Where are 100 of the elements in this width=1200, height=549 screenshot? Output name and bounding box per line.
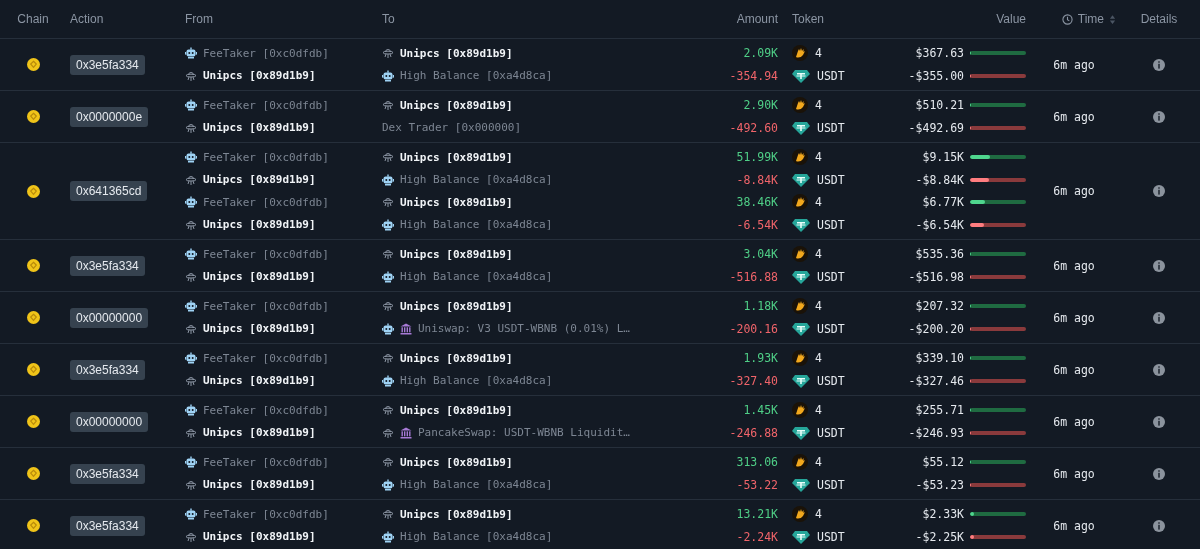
info-icon[interactable] — [1153, 58, 1165, 71]
address-link[interactable]: FeeTaker [0xc0dfdb] — [203, 507, 329, 521]
token-symbol[interactable]: 4 — [815, 195, 822, 210]
token-symbol[interactable]: 4 — [815, 150, 822, 165]
token-symbol[interactable]: USDT — [817, 120, 845, 135]
address-link[interactable]: Uniswap: V3 USDT-WBNB (0.01%) L… — [418, 322, 630, 336]
address-link[interactable]: High Balance [0xa4d8ca] — [400, 270, 553, 284]
address-link[interactable]: Unipcs [0x89d1b9] — [203, 426, 316, 440]
token-symbol[interactable]: 4 — [815, 507, 822, 522]
address-link[interactable]: FeeTaker [0xc0dfdb] — [203, 351, 329, 365]
address-link[interactable]: Unipcs [0x89d1b9] — [203, 270, 316, 284]
address-link[interactable]: FeeTaker [0xc0dfdb] — [203, 195, 329, 209]
usd-value: $510.21 — [915, 98, 964, 113]
address-link[interactable]: High Balance [0xa4d8ca] — [400, 218, 553, 232]
token-symbol[interactable]: USDT — [817, 373, 845, 388]
token-symbol[interactable]: USDT — [817, 477, 845, 492]
value-bar — [970, 326, 1026, 331]
address-link[interactable]: Unipcs [0x89d1b9] — [203, 121, 316, 135]
coin-icon — [26, 519, 40, 532]
coin-icon — [26, 184, 40, 198]
address-link[interactable]: FeeTaker [0xc0dfdb] — [203, 150, 329, 164]
info-icon[interactable] — [1153, 363, 1165, 376]
amount: 2.90K — [742, 98, 778, 113]
token-symbol[interactable]: 4 — [815, 455, 822, 470]
address-link[interactable]: Unipcs [0x89d1b9] — [203, 374, 316, 388]
address-link[interactable]: Unipcs [0x89d1b9] — [203, 173, 316, 187]
address-link[interactable]: FeeTaker [0xc0dfdb] — [203, 98, 329, 112]
address-link[interactable]: PancakeSwap: USDT-WBNB Liquidit… — [418, 426, 630, 440]
address-link[interactable]: Unipcs [0x89d1b9] — [400, 98, 513, 112]
address-link[interactable]: Unipcs [0x89d1b9] — [203, 69, 316, 83]
token-symbol[interactable]: 4 — [815, 351, 822, 366]
transaction-hash[interactable]: 0x3e5fa334 — [70, 463, 145, 484]
address-link[interactable]: FeeTaker [0xc0dfdb] — [203, 403, 329, 417]
value-bar — [970, 252, 1026, 257]
transaction-hash[interactable]: 0x641365cd — [70, 181, 148, 201]
transaction-hash[interactable]: 0x3e5fa334 — [70, 359, 145, 380]
transaction-hash[interactable]: 0x3e5fa334 — [70, 255, 145, 276]
address-link[interactable]: FeeTaker [0xc0dfdb] — [203, 46, 329, 60]
info-icon[interactable] — [1153, 185, 1165, 197]
info-icon[interactable] — [1153, 259, 1165, 272]
column-header: Chain — [16, 12, 50, 26]
address-link[interactable]: FeeTaker [0xc0dfdb] — [203, 455, 329, 469]
address-link[interactable]: Unipcs [0x89d1b9] — [400, 150, 513, 164]
token-symbol[interactable]: 4 — [815, 98, 822, 113]
transaction-hash[interactable]: 0x00000000 — [70, 307, 149, 328]
token-symbol[interactable]: USDT — [817, 425, 845, 440]
token-symbol[interactable]: USDT — [817, 172, 845, 187]
token-symbol[interactable]: 4 — [815, 46, 822, 61]
address-link[interactable]: FeeTaker [0xc0dfdb] — [203, 299, 329, 313]
column-header: Details — [1139, 12, 1179, 26]
address-link[interactable]: Unipcs [0x89d1b9] — [400, 247, 513, 261]
value-bar — [970, 155, 1026, 160]
address-link[interactable]: High Balance [0xa4d8ca] — [400, 374, 553, 388]
address-link[interactable]: Unipcs [0x89d1b9] — [400, 299, 513, 313]
info-icon[interactable] — [1153, 415, 1165, 428]
token-symbol[interactable]: USDT — [817, 321, 845, 336]
address-link[interactable]: Unipcs [0x89d1b9] — [400, 351, 513, 365]
time-ago: 6m ago — [1053, 109, 1095, 124]
token-symbol[interactable]: USDT — [817, 68, 845, 83]
transaction-hash[interactable]: 0x3e5fa334 — [70, 54, 145, 75]
info-icon[interactable] — [1153, 110, 1165, 123]
transaction-hash[interactable]: 0x0000000e — [70, 106, 149, 127]
usd-value: -$246.93 — [908, 425, 964, 440]
info-icon[interactable] — [1153, 519, 1165, 532]
transaction-hash[interactable]: 0x3e5fa334 — [70, 515, 145, 536]
address-link[interactable]: Unipcs [0x89d1b9] — [400, 455, 513, 469]
value-bar — [970, 378, 1026, 383]
usd-value: -$355.00 — [908, 68, 964, 83]
column-header: Amount — [735, 12, 778, 26]
value-bar — [970, 460, 1026, 465]
amount: 51.99K — [735, 150, 778, 165]
column-header[interactable]: Time — [1077, 12, 1104, 26]
token-symbol[interactable]: 4 — [815, 403, 822, 418]
usd-value: $535.36 — [915, 247, 964, 262]
amount: 3.04K — [742, 247, 778, 262]
address-link[interactable]: Unipcs [0x89d1b9] — [203, 530, 316, 544]
address-link[interactable]: Unipcs [0x89d1b9] — [203, 478, 316, 492]
address-link[interactable]: Unipcs [0x89d1b9] — [400, 507, 513, 521]
address-link[interactable]: High Balance [0xa4d8ca] — [400, 69, 553, 83]
address-link[interactable]: Dex Trader [0x000000] — [382, 121, 522, 135]
usd-value: -$53.23 — [915, 477, 964, 492]
time-ago: 6m ago — [1053, 57, 1095, 72]
address-link[interactable]: Unipcs [0x89d1b9] — [400, 46, 513, 60]
token-symbol[interactable]: USDT — [817, 217, 845, 232]
info-icon[interactable] — [1153, 467, 1165, 480]
amount: 1.18K — [742, 299, 778, 314]
address-link[interactable]: Unipcs [0x89d1b9] — [400, 403, 513, 417]
address-link[interactable]: High Balance [0xa4d8ca] — [400, 478, 553, 492]
address-link[interactable]: High Balance [0xa4d8ca] — [400, 530, 553, 544]
token-symbol[interactable]: USDT — [817, 529, 845, 544]
address-link[interactable]: Unipcs [0x89d1b9] — [400, 195, 513, 209]
token-symbol[interactable]: USDT — [817, 269, 845, 284]
address-link[interactable]: High Balance [0xa4d8ca] — [400, 173, 553, 187]
token-symbol[interactable]: 4 — [815, 247, 822, 262]
info-icon[interactable] — [1153, 311, 1165, 324]
address-link[interactable]: FeeTaker [0xc0dfdb] — [203, 247, 329, 261]
address-link[interactable]: Unipcs [0x89d1b9] — [203, 322, 316, 336]
address-link[interactable]: Unipcs [0x89d1b9] — [203, 218, 316, 232]
token-symbol[interactable]: 4 — [815, 299, 822, 314]
transaction-hash[interactable]: 0x00000000 — [70, 411, 149, 432]
